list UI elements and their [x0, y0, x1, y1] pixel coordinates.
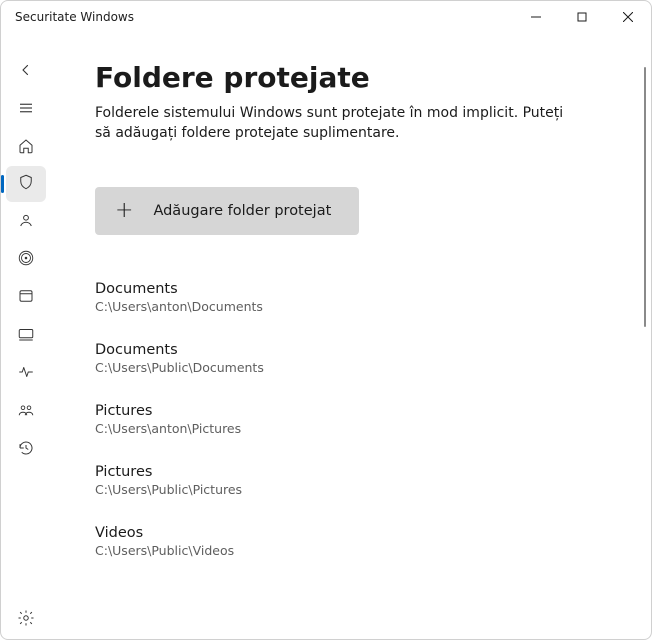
menu-button[interactable] — [6, 90, 46, 126]
add-button-label: Adăugare folder protejat — [153, 203, 331, 219]
page-subtitle: Folderele sistemului Windows sunt protej… — [95, 104, 575, 143]
nav-app-browser[interactable] — [6, 280, 46, 316]
folder-path: C:\Users\Public\Documents — [95, 360, 601, 375]
folder-name: Pictures — [95, 403, 601, 419]
folder-item[interactable]: Videos C:\Users\Public\Videos — [95, 525, 601, 558]
plus-icon: + — [115, 200, 133, 222]
folder-name: Videos — [95, 525, 601, 541]
window-title: Securitate Windows — [15, 10, 513, 24]
add-protected-folder-button[interactable]: + Adăugare folder protejat — [95, 187, 359, 235]
firewall-icon — [17, 249, 35, 271]
folder-path: C:\Users\Public\Pictures — [95, 482, 601, 497]
sidebar — [1, 33, 51, 639]
app-browser-icon — [17, 287, 35, 309]
nav-device-performance[interactable] — [6, 356, 46, 392]
nav-settings[interactable] — [6, 602, 46, 638]
history-icon — [17, 439, 35, 461]
nav-home[interactable] — [6, 128, 46, 164]
folder-item[interactable]: Documents C:\Users\Public\Documents — [95, 342, 601, 375]
titlebar: Securitate Windows — [1, 1, 651, 33]
account-icon — [17, 211, 35, 233]
nav-protection-history[interactable] — [6, 432, 46, 468]
folder-name: Documents — [95, 281, 601, 297]
nav-virus-protection[interactable] — [6, 166, 46, 202]
shield-icon — [17, 173, 35, 195]
family-icon — [17, 401, 35, 423]
folder-item[interactable]: Pictures C:\Users\Public\Pictures — [95, 464, 601, 497]
window-controls — [513, 1, 651, 33]
nav-device-security[interactable] — [6, 318, 46, 354]
nav-account-protection[interactable] — [6, 204, 46, 240]
scrollbar[interactable] — [644, 67, 646, 327]
folder-name: Pictures — [95, 464, 601, 480]
minimize-button[interactable] — [513, 1, 559, 33]
folder-path: C:\Users\anton\Documents — [95, 299, 601, 314]
folder-path: C:\Users\Public\Videos — [95, 543, 601, 558]
folder-item[interactable]: Documents C:\Users\anton\Documents — [95, 281, 601, 314]
main-content: Foldere protejate Folderele sistemului W… — [53, 39, 643, 631]
folder-path: C:\Users\anton\Pictures — [95, 421, 601, 436]
performance-icon — [17, 363, 35, 385]
maximize-button[interactable] — [559, 1, 605, 33]
device-security-icon — [17, 325, 35, 347]
folder-item[interactable]: Pictures C:\Users\anton\Pictures — [95, 403, 601, 436]
page-title: Foldere protejate — [95, 61, 601, 94]
close-button[interactable] — [605, 1, 651, 33]
back-button[interactable] — [6, 52, 46, 88]
nav-family-options[interactable] — [6, 394, 46, 430]
nav-firewall[interactable] — [6, 242, 46, 278]
gear-icon — [17, 609, 35, 631]
folder-name: Documents — [95, 342, 601, 358]
protected-folders-list: Documents C:\Users\anton\Documents Docum… — [95, 281, 601, 558]
